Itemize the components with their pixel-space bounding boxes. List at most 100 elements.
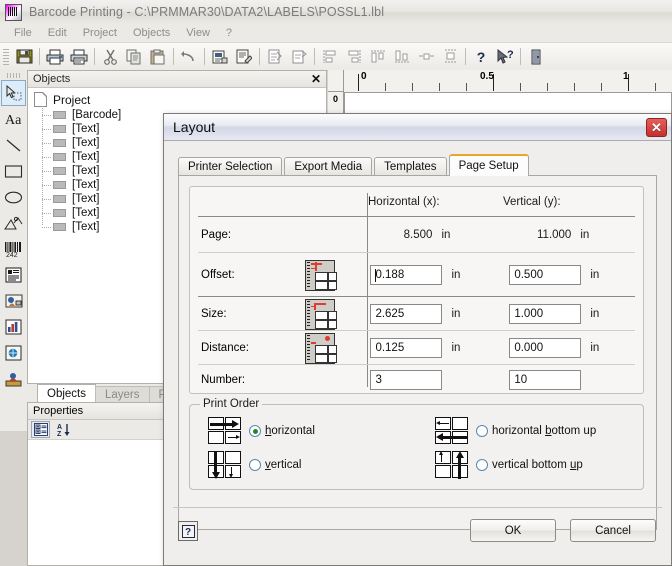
- offset-y-input[interactable]: 0.500: [509, 265, 582, 285]
- text-tool-icon[interactable]: Aa: [1, 106, 26, 132]
- copy-icon[interactable]: [122, 46, 146, 68]
- number-y-input[interactable]: 10: [509, 370, 582, 390]
- radio-vertical-bottom-up[interactable]: [476, 459, 488, 471]
- cancel-button[interactable]: Cancel: [570, 519, 656, 542]
- svg-text:A: A: [57, 424, 62, 431]
- toolbar-separator: [39, 48, 40, 65]
- align-top-icon[interactable]: [366, 46, 390, 68]
- tree-root-item[interactable]: Project: [28, 91, 326, 108]
- print-order-vertical-bottom-up-icon: [435, 451, 469, 479]
- categorized-view-icon[interactable]: [31, 421, 50, 438]
- exit-icon[interactable]: [524, 46, 548, 68]
- print-order-option-vertical[interactable]: vertical: [208, 451, 301, 479]
- ellipse-tool-icon[interactable]: [1, 184, 26, 210]
- project-properties-icon[interactable]: [208, 46, 232, 68]
- radio-horizontal-bottom-up[interactable]: [476, 425, 488, 437]
- menu-item-edit[interactable]: Edit: [40, 26, 75, 40]
- formatted-text-tool-icon[interactable]: [1, 262, 26, 288]
- context-help-icon[interactable]: ?: [493, 46, 517, 68]
- ok-button[interactable]: OK: [470, 519, 556, 542]
- print-order-option-horizontal[interactable]: horizontal: [208, 417, 315, 445]
- page-width-value: 8.500: [403, 229, 433, 241]
- close-icon[interactable]: ✕: [309, 73, 323, 85]
- size-y-input[interactable]: 1.000: [509, 304, 582, 324]
- ole-object-tool-icon[interactable]: [1, 340, 26, 366]
- distribute-icon[interactable]: [438, 46, 462, 68]
- tab-printer-selection[interactable]: Printer Selection: [178, 157, 283, 176]
- variable-tool-icon[interactable]: [1, 366, 26, 392]
- edit-object-icon[interactable]: [287, 46, 311, 68]
- size-x-input[interactable]: 2.625: [370, 304, 443, 324]
- line-tool-icon[interactable]: [1, 132, 26, 158]
- row-label-offset: Offset:: [201, 269, 235, 281]
- paste-icon[interactable]: [146, 46, 170, 68]
- select-tool-icon[interactable]: [1, 80, 26, 106]
- align-left-icon[interactable]: [318, 46, 342, 68]
- grid-header-row: Horizontal (x): Vertical (y):: [190, 187, 643, 217]
- align-right-icon[interactable]: [342, 46, 366, 68]
- distance-y-input[interactable]: 0.000: [509, 338, 582, 358]
- page-setup-tabpage: Horizontal (x): Vertical (y): Page: 8.50…: [178, 175, 657, 530]
- barcode-tool-icon[interactable]: 242: [1, 236, 26, 262]
- menu-item-project[interactable]: Project: [75, 26, 125, 40]
- tree-item-label: [Text]: [72, 179, 100, 191]
- tab-templates[interactable]: Templates: [374, 157, 447, 176]
- object-chip-icon: [53, 223, 66, 231]
- menu-item-view[interactable]: View: [178, 26, 218, 40]
- tools-toolbox: Aa 242: [0, 70, 28, 431]
- print-order-option-vertical-bottom-up[interactable]: vertical bottom up: [435, 451, 583, 479]
- offset-x-unit: in: [451, 269, 461, 281]
- sort-alphabetical-icon[interactable]: A Z: [54, 421, 73, 438]
- toolbox-grip[interactable]: [6, 73, 21, 78]
- object-properties-icon[interactable]: [232, 46, 256, 68]
- distance-y-unit: in: [590, 342, 600, 354]
- tab-page-setup[interactable]: Page Setup: [448, 154, 529, 176]
- svg-text:?: ?: [185, 527, 191, 538]
- menubar[interactable]: File Edit Project Objects View ?: [0, 24, 672, 43]
- help-button[interactable]: ?: [178, 521, 198, 541]
- tab-objects[interactable]: Objects: [37, 384, 96, 402]
- tab-layers[interactable]: Layers: [95, 386, 150, 402]
- size-y-unit: in: [590, 308, 600, 320]
- center-horizontal-icon[interactable]: [414, 46, 438, 68]
- application-titlebar: Barcode Printing - C:\PRMMAR30\DATA2\LAB…: [0, 0, 672, 25]
- offset-y-unit: in: [590, 269, 600, 281]
- tree-item-label: [Text]: [72, 123, 100, 135]
- picture-tool-icon[interactable]: [1, 288, 26, 314]
- object-chip-icon: [53, 195, 66, 203]
- offset-x-input[interactable]: 0.188: [370, 265, 443, 285]
- label-size-diagram-icon: [305, 298, 338, 330]
- table-row: Offset: 0.188 in 0.500 in: [190, 253, 643, 297]
- document-icon: [34, 92, 47, 107]
- close-icon[interactable]: ✕: [646, 117, 667, 137]
- toolbar-grip[interactable]: [3, 48, 9, 65]
- page-width-unit: in: [441, 229, 451, 241]
- align-bottom-icon[interactable]: [390, 46, 414, 68]
- application-title: Barcode Printing - C:\PRMMAR30\DATA2\LAB…: [29, 5, 385, 19]
- menu-item-file[interactable]: File: [6, 26, 40, 40]
- insert-object-icon[interactable]: [263, 46, 287, 68]
- tree-item-label: [Text]: [72, 207, 100, 219]
- distance-x-input[interactable]: 0.125: [370, 338, 443, 358]
- tab-export-media[interactable]: Export Media: [284, 157, 373, 176]
- rectangle-tool-icon[interactable]: [1, 158, 26, 184]
- menu-item-help[interactable]: ?: [218, 26, 240, 40]
- print-icon[interactable]: [43, 46, 67, 68]
- radio-vertical[interactable]: [249, 459, 261, 471]
- drawing-tool-icon[interactable]: [1, 210, 26, 236]
- radio-horizontal[interactable]: [249, 425, 261, 437]
- ruler-label: 0: [361, 71, 367, 82]
- print-order-option-horizontal-bottom-up[interactable]: horizontal bottom up: [435, 417, 596, 445]
- number-x-input[interactable]: 3: [370, 370, 443, 390]
- undo-icon[interactable]: [177, 46, 201, 68]
- dialog-titlebar[interactable]: Layout ✕: [164, 114, 671, 141]
- svg-text:242: 242: [6, 252, 18, 258]
- object-chip-icon: [53, 167, 66, 175]
- svg-text:Aa: Aa: [5, 113, 22, 127]
- menu-item-objects[interactable]: Objects: [125, 26, 178, 40]
- chart-tool-icon[interactable]: [1, 314, 26, 340]
- save-icon[interactable]: [12, 46, 36, 68]
- help-icon[interactable]: ?: [469, 46, 493, 68]
- print-preview-icon[interactable]: [67, 46, 91, 68]
- cut-icon[interactable]: [98, 46, 122, 68]
